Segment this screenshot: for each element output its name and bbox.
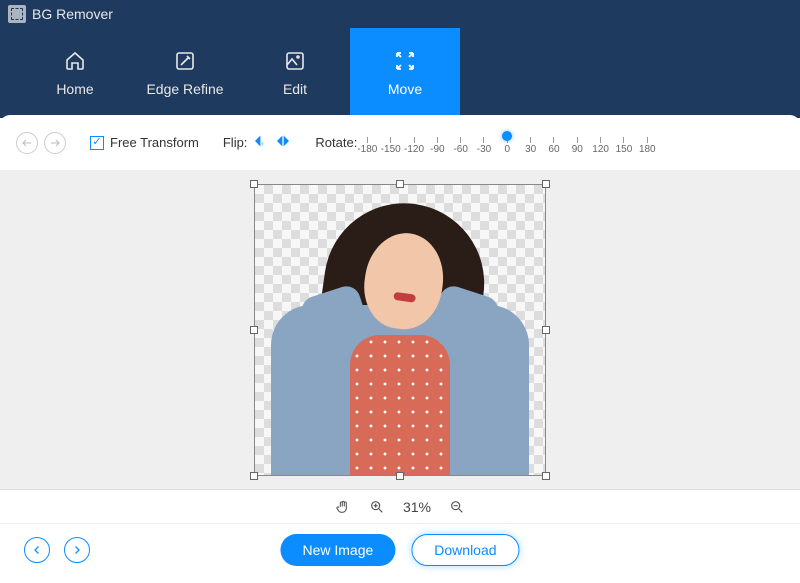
handle-bottom-left[interactable] bbox=[250, 472, 258, 480]
handle-bottom-right[interactable] bbox=[542, 472, 550, 480]
zoom-out-button[interactable] bbox=[449, 499, 465, 515]
edge-refine-icon bbox=[173, 49, 197, 73]
handle-top-mid[interactable] bbox=[396, 180, 404, 188]
tab-edge-refine[interactable]: Edge Refine bbox=[130, 28, 240, 118]
flip-horizontal-icon bbox=[253, 133, 269, 149]
zoom-in-button[interactable] bbox=[369, 499, 385, 515]
chevron-right-icon bbox=[71, 544, 83, 556]
handle-top-left[interactable] bbox=[250, 180, 258, 188]
flip-vertical-button[interactable] bbox=[275, 133, 291, 152]
undo-button[interactable] bbox=[16, 132, 38, 154]
tab-home-label: Home bbox=[56, 81, 93, 97]
handle-mid-right[interactable] bbox=[542, 326, 550, 334]
zoom-bar: 31% bbox=[0, 490, 800, 524]
tab-move-label: Move bbox=[388, 81, 422, 97]
flip-horizontal-button[interactable] bbox=[253, 133, 269, 152]
canvas-area[interactable] bbox=[0, 170, 800, 490]
app-logo-icon bbox=[8, 5, 26, 23]
prev-button[interactable] bbox=[24, 537, 50, 563]
hand-icon bbox=[335, 499, 351, 515]
tab-edit-label: Edit bbox=[283, 81, 307, 97]
app-title: BG Remover bbox=[32, 6, 113, 22]
rotate-slider[interactable]: -180-150-120-90-60-300306090120150180 bbox=[367, 131, 647, 155]
edit-icon bbox=[283, 49, 307, 73]
new-image-button[interactable]: New Image bbox=[280, 534, 395, 566]
home-icon bbox=[63, 49, 87, 73]
free-transform-label: Free Transform bbox=[110, 135, 199, 150]
free-transform-checkbox[interactable]: ✓ bbox=[90, 136, 104, 150]
handle-top-right[interactable] bbox=[542, 180, 550, 188]
handle-bottom-mid[interactable] bbox=[396, 472, 404, 480]
next-button[interactable] bbox=[64, 537, 90, 563]
redo-icon bbox=[49, 137, 61, 149]
footer: New Image Download bbox=[0, 524, 800, 576]
handle-mid-left[interactable] bbox=[250, 326, 258, 334]
transform-frame[interactable] bbox=[254, 184, 546, 476]
undo-icon bbox=[21, 137, 33, 149]
redo-button[interactable] bbox=[44, 132, 66, 154]
flip-vertical-icon bbox=[275, 133, 291, 149]
zoom-out-icon bbox=[449, 499, 465, 515]
rotate-thumb[interactable] bbox=[502, 131, 512, 141]
tab-home[interactable]: Home bbox=[20, 28, 130, 118]
main-tabs: Home Edge Refine Edit Move bbox=[0, 28, 800, 118]
pan-button[interactable] bbox=[335, 499, 351, 515]
move-icon bbox=[393, 49, 417, 73]
rotate-label: Rotate: bbox=[315, 135, 357, 150]
zoom-in-icon bbox=[369, 499, 385, 515]
tab-edge-refine-label: Edge Refine bbox=[146, 81, 223, 97]
chevron-left-icon bbox=[31, 544, 43, 556]
move-toolbar: ✓ Free Transform Flip: Rotate: -180-150-… bbox=[0, 115, 800, 170]
flip-label: Flip: bbox=[223, 135, 248, 150]
tab-move[interactable]: Move bbox=[350, 28, 460, 118]
subject-image[interactable] bbox=[271, 195, 529, 475]
tab-edit[interactable]: Edit bbox=[240, 28, 350, 118]
download-button[interactable]: Download bbox=[411, 534, 519, 566]
zoom-value: 31% bbox=[403, 499, 431, 515]
